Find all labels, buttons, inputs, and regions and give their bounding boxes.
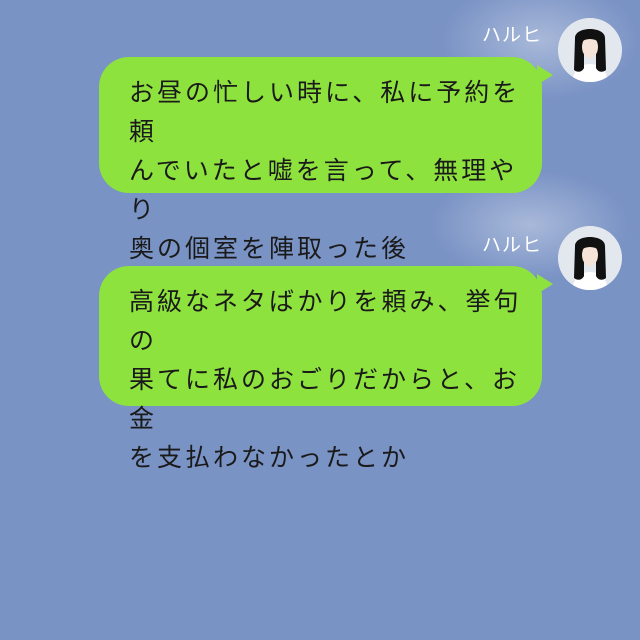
- message-line: 果てに私のおごりだからと、お金: [129, 365, 521, 433]
- sender-name: ハルヒ: [481, 24, 542, 46]
- message-line: を支払わなかったとか: [129, 443, 410, 472]
- sender-name: ハルヒ: [481, 234, 542, 256]
- message-bubble[interactable]: 高級なネタばかりを頼み、挙句の 果てに私のおごりだからと、お金 を支払わなかった…: [99, 266, 553, 472]
- woman-avatar-icon[interactable]: [558, 18, 622, 82]
- chat-background: ハルヒ お昼の忙しい時に、私に予約を頼 んでいたと嘘を言って、無理やり 奥の個室…: [0, 0, 640, 640]
- bubble-tail: [537, 65, 553, 85]
- chat-message: ハルヒ 高級なネタばかりを頼み、挙句の 果てに私のおごりだからと、お金 を支払わ…: [0, 225, 640, 472]
- woman-avatar-icon[interactable]: [558, 226, 622, 290]
- bubble-tail: [537, 274, 553, 294]
- message-line: 高級なネタばかりを頼み、挙句の: [129, 287, 522, 355]
- message-bubble[interactable]: お昼の忙しい時に、私に予約を頼 んでいたと嘘を言って、無理やり 奥の個室を陣取っ…: [99, 57, 553, 263]
- message-line: んでいたと嘘を言って、無理やり: [129, 156, 518, 224]
- chat-message: ハルヒ お昼の忙しい時に、私に予約を頼 んでいたと嘘を言って、無理やり 奥の個室…: [0, 0, 640, 263]
- message-line: お昼の忙しい時に、私に予約を頼: [129, 78, 521, 146]
